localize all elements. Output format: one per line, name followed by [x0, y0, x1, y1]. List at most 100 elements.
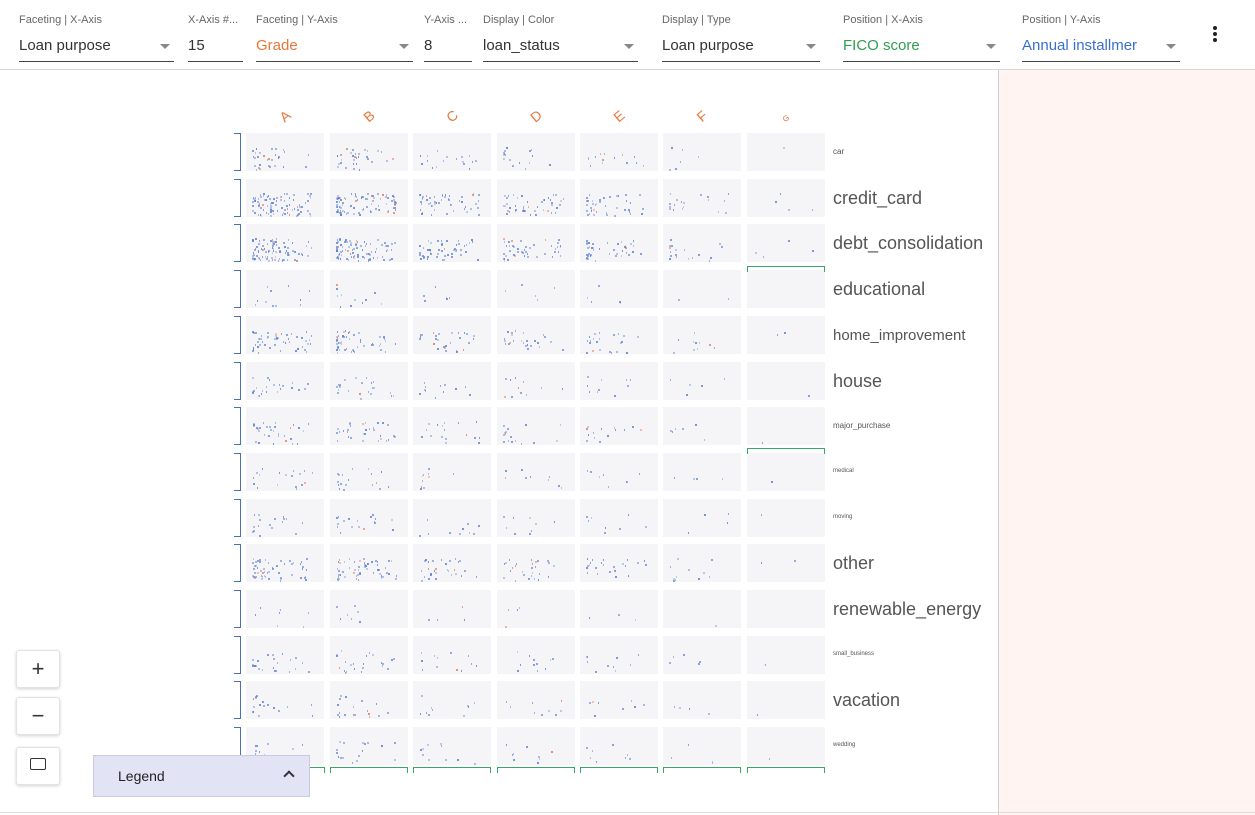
facet-cell[interactable]: [413, 453, 491, 491]
facet-cell[interactable]: [747, 270, 825, 308]
facet-cell[interactable]: [663, 453, 741, 491]
facet-cell[interactable]: [580, 636, 658, 674]
display-type-select[interactable]: Display | Type Loan purpose: [662, 0, 820, 68]
facet-cell[interactable]: [413, 681, 491, 719]
facet-cell[interactable]: [497, 316, 575, 354]
facet-plot[interactable]: + − A B C D E F Gcar credit_card debt_consolidat…: [0, 70, 998, 815]
fit-view-button[interactable]: [16, 747, 60, 785]
facet-cell[interactable]: [580, 133, 658, 171]
facet-cell[interactable]: [663, 636, 741, 674]
facet-y-select[interactable]: Faceting | Y-Axis Grade: [256, 0, 413, 68]
facet-cell[interactable]: [497, 499, 575, 537]
facet-cell[interactable]: [413, 499, 491, 537]
facet-cell[interactable]: [413, 362, 491, 400]
facet-cell[interactable]: [747, 179, 825, 217]
facet-cell[interactable]: [413, 316, 491, 354]
facet-cell[interactable]: [413, 270, 491, 308]
position-y-select[interactable]: Position | Y-Axis Annual installmer: [1022, 0, 1180, 68]
facet-cell[interactable]: [747, 590, 825, 628]
facet-cell[interactable]: [663, 499, 741, 537]
facet-cell[interactable]: [246, 224, 324, 262]
facet-cell[interactable]: [246, 133, 324, 171]
facet-cell[interactable]: [747, 499, 825, 537]
facet-cell[interactable]: [580, 681, 658, 719]
facet-cell[interactable]: [330, 681, 408, 719]
facet-cell[interactable]: [580, 544, 658, 582]
facet-cell[interactable]: [663, 224, 741, 262]
facet-cell[interactable]: [330, 362, 408, 400]
facet-cell[interactable]: [747, 224, 825, 262]
facet-cell[interactable]: [497, 544, 575, 582]
facet-cell[interactable]: [580, 727, 658, 765]
facet-cell[interactable]: [413, 133, 491, 171]
facet-cell[interactable]: [580, 179, 658, 217]
chevron-up-icon[interactable]: [283, 770, 295, 782]
facet-cell[interactable]: [663, 133, 741, 171]
facet-cell[interactable]: [747, 636, 825, 674]
facet-cell[interactable]: [246, 407, 324, 445]
facet-cell[interactable]: [497, 407, 575, 445]
facet-cell[interactable]: [497, 270, 575, 308]
facet-cell[interactable]: [330, 270, 408, 308]
facet-cell[interactable]: [497, 590, 575, 628]
facet-cell[interactable]: [413, 636, 491, 674]
facet-cell[interactable]: [747, 681, 825, 719]
facet-cell[interactable]: [330, 544, 408, 582]
facet-cell[interactable]: [246, 316, 324, 354]
facet-cell[interactable]: [747, 453, 825, 491]
facet-cell[interactable]: [330, 179, 408, 217]
zoom-in-button[interactable]: +: [16, 650, 60, 688]
facet-cell[interactable]: [497, 224, 575, 262]
facet-y-count-input[interactable]: Y-Axis ... 8: [424, 0, 472, 68]
legend-panel[interactable]: Legend: [93, 755, 310, 797]
facet-cell[interactable]: [580, 270, 658, 308]
display-color-select[interactable]: Display | Color loan_status: [483, 0, 638, 68]
facet-cell[interactable]: [580, 499, 658, 537]
zoom-out-button[interactable]: −: [16, 697, 60, 735]
facet-cell[interactable]: [580, 316, 658, 354]
facet-cell[interactable]: [413, 590, 491, 628]
facet-cell[interactable]: [330, 727, 408, 765]
facet-cell[interactable]: [580, 590, 658, 628]
facet-cell[interactable]: [413, 224, 491, 262]
facet-x-select[interactable]: Faceting | X-Axis Loan purpose: [19, 0, 174, 68]
facet-cell[interactable]: [330, 316, 408, 354]
facet-cell[interactable]: [747, 727, 825, 765]
facet-cell[interactable]: [246, 362, 324, 400]
facet-cell[interactable]: [747, 544, 825, 582]
facet-cell[interactable]: [246, 499, 324, 537]
facet-cell[interactable]: [246, 544, 324, 582]
facet-cell[interactable]: [497, 636, 575, 674]
facet-cell[interactable]: [663, 179, 741, 217]
facet-cell[interactable]: [330, 133, 408, 171]
facet-cell[interactable]: [580, 362, 658, 400]
facet-cell[interactable]: [246, 179, 324, 217]
facet-cell[interactable]: [663, 270, 741, 308]
facet-cell[interactable]: [663, 544, 741, 582]
facet-cell[interactable]: [663, 590, 741, 628]
facet-cell[interactable]: [663, 727, 741, 765]
facet-cell[interactable]: [580, 453, 658, 491]
facet-cell[interactable]: [663, 316, 741, 354]
facet-cell[interactable]: [580, 407, 658, 445]
facet-cell[interactable]: [413, 727, 491, 765]
facet-cell[interactable]: [413, 544, 491, 582]
facet-cell[interactable]: [497, 727, 575, 765]
facet-cell[interactable]: [330, 453, 408, 491]
position-x-select[interactable]: Position | X-Axis FICO score: [843, 0, 1000, 68]
facet-cell[interactable]: [330, 590, 408, 628]
facet-cell[interactable]: [330, 224, 408, 262]
facet-cell[interactable]: [246, 270, 324, 308]
facet-cell[interactable]: [330, 499, 408, 537]
facet-cell[interactable]: [663, 407, 741, 445]
facet-cell[interactable]: [497, 453, 575, 491]
facet-cell[interactable]: [663, 681, 741, 719]
facet-cell[interactable]: [246, 590, 324, 628]
facet-cell[interactable]: [246, 453, 324, 491]
facet-cell[interactable]: [246, 681, 324, 719]
facet-x-count-input[interactable]: X-Axis #... 15: [188, 0, 243, 68]
more-vert-icon[interactable]: [1205, 24, 1225, 48]
facet-cell[interactable]: [663, 362, 741, 400]
facet-cell[interactable]: [747, 316, 825, 354]
facet-cell[interactable]: [330, 407, 408, 445]
